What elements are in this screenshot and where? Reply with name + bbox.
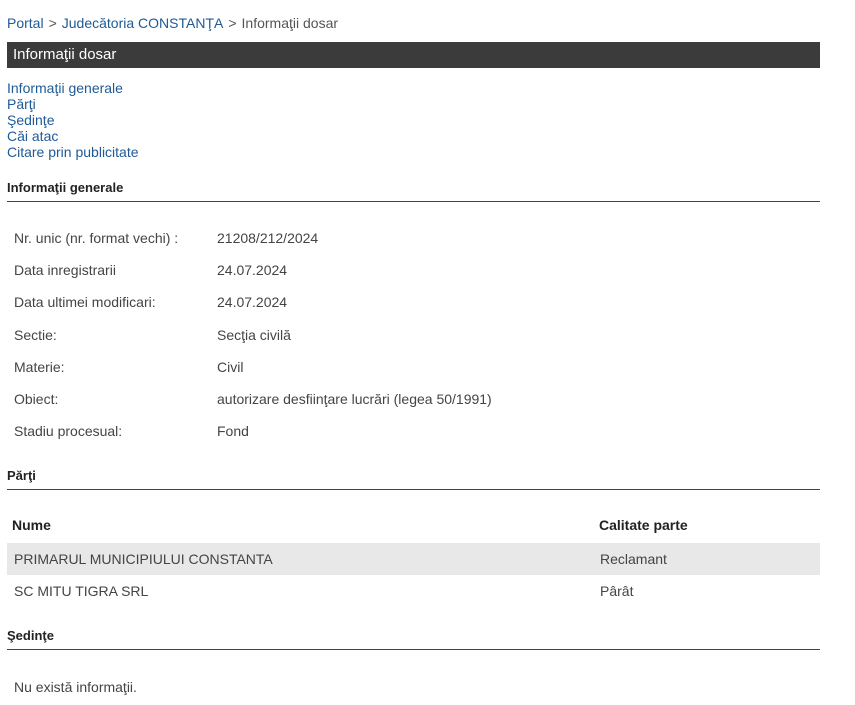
info-label: Data inregistrarii	[14, 262, 116, 279]
info-label: Sectie:	[14, 326, 57, 343]
info-row: Obiect: autorizare desfiinţare lucrări (…	[14, 391, 492, 423]
info-value: Fond	[217, 423, 249, 440]
anchor-public-summons[interactable]: Citare prin publicitate	[7, 144, 139, 160]
info-label: Nr. unic (nr. format vechi) :	[14, 230, 179, 246]
anchor-parties[interactable]: Părţi	[7, 96, 139, 112]
info-label: Materie:	[14, 358, 65, 375]
section-heading-sessions: Şedinţe	[7, 628, 820, 650]
breadcrumb: Portal > Judecătoria CONSTANŢA > Informaţii …	[7, 14, 338, 32]
party-role: Reclamant	[600, 551, 667, 567]
section-anchor-list: Informaţii generale Părţi Şedinţe Căi at…	[7, 80, 139, 160]
breadcrumb-separator: >	[48, 15, 57, 31]
section-heading-parties: Părţi	[7, 468, 820, 490]
info-row: Stadiu procesual: Fond	[14, 423, 492, 455]
table-row: SC MITU TIGRA SRL Pârât	[7, 575, 820, 607]
sessions-empty-message: Nu există informaţii.	[14, 679, 137, 695]
party-role: Pârât	[600, 583, 634, 599]
info-value: 24.07.2024	[217, 262, 288, 279]
breadcrumb-separator: >	[228, 15, 237, 31]
column-header-role: Calitate parte	[599, 517, 688, 533]
party-name: PRIMARUL MUNICIPIULUI CONSTANTA	[14, 551, 273, 567]
table-row: PRIMARUL MUNICIPIULUI CONSTANTA Reclaman…	[7, 543, 820, 575]
anchor-general-info[interactable]: Informaţii generale	[7, 80, 139, 96]
info-value: 24.07.2024	[217, 294, 288, 311]
general-info-table: Nr. unic (nr. format vechi) : 21208/212/…	[14, 230, 492, 455]
info-row: Data ultimei modificari: 24.07.2024	[14, 294, 492, 326]
page-title: Informaţii dosar	[7, 42, 820, 68]
info-row: Nr. unic (nr. format vechi) : 21208/212/…	[14, 230, 492, 262]
parties-table-header: Nume Calitate parte	[7, 517, 820, 535]
info-row: Data inregistrarii 24.07.2024	[14, 262, 492, 294]
column-header-name: Nume	[12, 517, 51, 533]
breadcrumb-court-link[interactable]: Judecătoria CONSTANŢA	[62, 15, 224, 31]
info-value: 21208/212/2024	[217, 230, 319, 246]
info-row: Sectie: Secţia civilă	[14, 327, 492, 359]
anchor-appeals[interactable]: Căi atac	[7, 128, 139, 144]
party-name: SC MITU TIGRA SRL	[14, 583, 149, 599]
info-value: Secţia civilă	[217, 326, 291, 343]
info-label: Obiect:	[14, 390, 59, 407]
info-value: autorizare desfiinţare lucrări (legea 50…	[217, 390, 492, 407]
info-label: Data ultimei modificari:	[14, 294, 156, 311]
info-row: Materie: Civil	[14, 359, 492, 391]
anchor-sessions[interactable]: Şedinţe	[7, 112, 139, 128]
breadcrumb-current: Informaţii dosar	[241, 15, 339, 31]
info-label: Stadiu procesual:	[14, 423, 123, 440]
breadcrumb-portal-link[interactable]: Portal	[7, 15, 44, 31]
page: Portal > Judecătoria CONSTANŢA > Informaţii …	[0, 0, 855, 705]
info-value: Civil	[217, 358, 244, 375]
section-heading-general-info: Informaţii generale	[7, 180, 820, 202]
